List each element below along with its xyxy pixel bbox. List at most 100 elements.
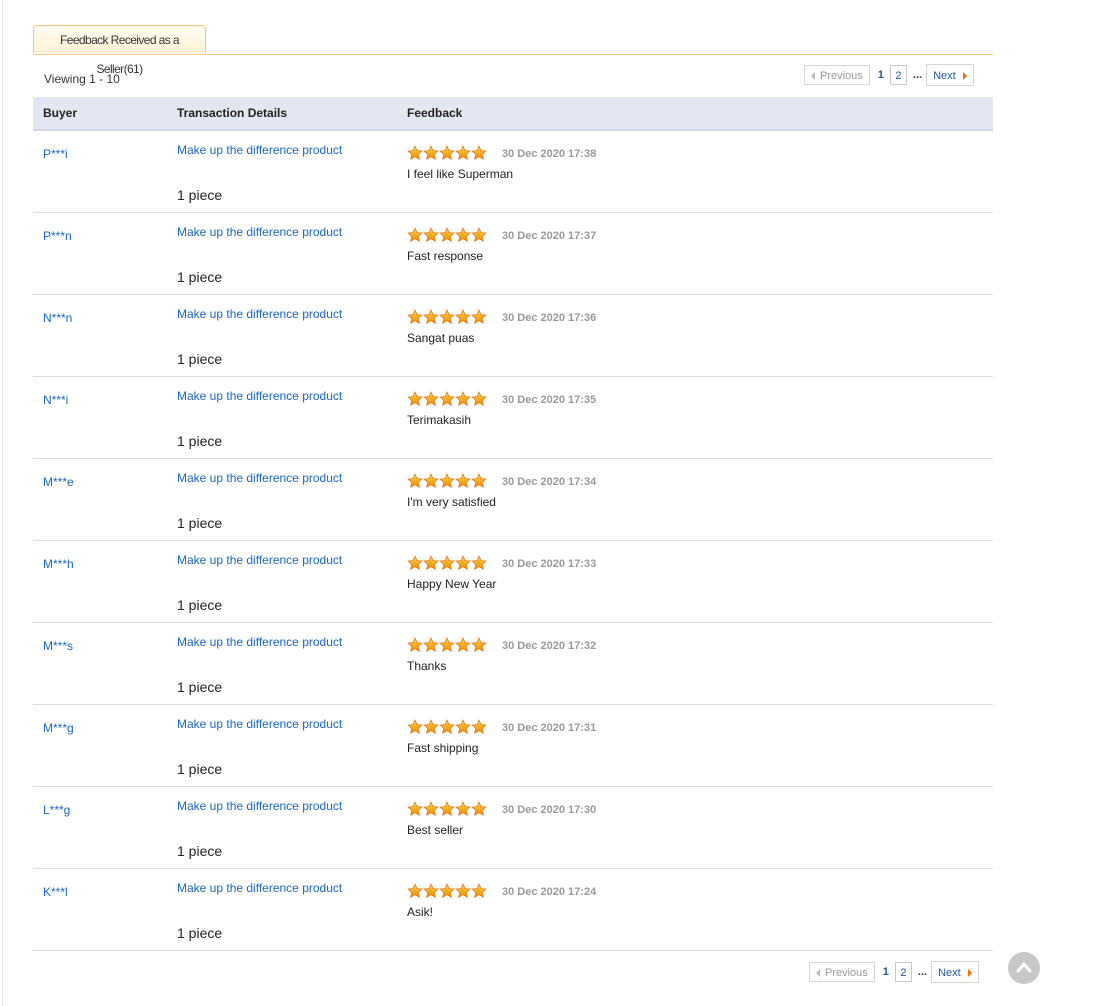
- feedback-date: 30 Dec 2020 17:32: [502, 640, 597, 652]
- product-link[interactable]: Make up the difference product: [177, 717, 342, 731]
- star-icon: [423, 309, 439, 325]
- quantity: 1 piece: [177, 187, 223, 203]
- feedback-list: P***i Make up the difference product 1 pie…: [33, 131, 993, 951]
- star-rating: [407, 309, 487, 325]
- star-icon: [407, 801, 423, 817]
- table-row: M***g Make up the difference product 1 pie…: [33, 705, 993, 787]
- product-link[interactable]: Make up the difference product: [177, 799, 342, 813]
- star-icon: [439, 801, 455, 817]
- page-2-button[interactable]: 2: [889, 65, 907, 85]
- product-link[interactable]: Make up the difference product: [177, 635, 342, 649]
- star-icon: [423, 637, 439, 653]
- product-link[interactable]: Make up the difference product: [177, 389, 342, 403]
- previous-button[interactable]: Previous: [804, 65, 870, 85]
- star-icon: [407, 719, 423, 735]
- feedback-date: 30 Dec 2020 17:37: [502, 230, 597, 242]
- star-icon: [439, 309, 455, 325]
- product-link[interactable]: Make up the difference product: [177, 225, 342, 239]
- quantity: 1 piece: [177, 269, 223, 285]
- table-row: M***s Make up the difference product 1 pie…: [33, 623, 993, 705]
- star-icon: [407, 145, 423, 161]
- feedback-date: 30 Dec 2020 17:31: [502, 722, 597, 734]
- pagination-bottom: Previous 1 2 ... Next: [809, 961, 979, 983]
- star-icon: [455, 637, 471, 653]
- feedback-comment: Fast response: [407, 249, 484, 263]
- star-icon: [471, 309, 487, 325]
- tab-feedback-as-seller[interactable]: Feedback Received as a Seller(61): [33, 25, 206, 76]
- star-icon: [455, 883, 471, 899]
- product-link[interactable]: Make up the difference product: [177, 471, 342, 485]
- star-icon: [455, 145, 471, 161]
- star-rating: [407, 473, 487, 489]
- buyer-link[interactable]: L***g: [43, 803, 70, 817]
- product-link[interactable]: Make up the difference product: [177, 307, 342, 321]
- star-icon: [439, 391, 455, 407]
- star-icon: [455, 309, 471, 325]
- back-to-top-button[interactable]: [1008, 952, 1040, 984]
- buyer-link[interactable]: N***n: [43, 311, 72, 325]
- quantity: 1 piece: [177, 761, 223, 777]
- tab-bar: Feedback Received as a Seller(61): [33, 25, 993, 76]
- star-icon: [423, 555, 439, 571]
- buyer-link[interactable]: M***s: [43, 639, 73, 653]
- star-rating: [407, 391, 487, 407]
- star-icon: [407, 309, 423, 325]
- product-link[interactable]: Make up the difference product: [177, 553, 342, 567]
- feedback-date: 30 Dec 2020 17:24: [502, 886, 597, 898]
- star-icon: [423, 145, 439, 161]
- star-icon: [471, 719, 487, 735]
- star-rating: [407, 801, 487, 817]
- star-icon: [407, 883, 423, 899]
- product-link[interactable]: Make up the difference product: [177, 143, 342, 157]
- feedback-comment: Happy New Year: [407, 577, 497, 591]
- star-icon: [455, 473, 471, 489]
- feedback-date: 30 Dec 2020 17:38: [502, 148, 597, 160]
- buyer-link[interactable]: M***g: [43, 721, 74, 735]
- feedback-date: 30 Dec 2020 17:34: [502, 476, 597, 488]
- star-icon: [455, 227, 471, 243]
- column-transaction-details: Transaction Details: [177, 106, 288, 120]
- feedback-comment: Fast shipping: [407, 741, 479, 755]
- feedback-comment: Sangat puas: [407, 331, 475, 345]
- star-icon: [439, 227, 455, 243]
- star-icon: [455, 555, 471, 571]
- product-link[interactable]: Make up the difference product: [177, 881, 342, 895]
- quantity: 1 piece: [177, 433, 223, 449]
- star-icon: [471, 145, 487, 161]
- star-icon: [407, 391, 423, 407]
- star-icon: [407, 637, 423, 653]
- star-icon: [471, 883, 487, 899]
- column-feedback: Feedback: [407, 106, 463, 120]
- buyer-link[interactable]: K***l: [43, 885, 68, 899]
- previous-button[interactable]: Previous: [809, 962, 875, 982]
- next-button[interactable]: Next: [931, 961, 979, 983]
- feedback-comment: Terimakasih: [407, 413, 472, 427]
- table-row: P***i Make up the difference product 1 pie…: [33, 131, 993, 213]
- star-icon: [471, 227, 487, 243]
- star-icon: [439, 637, 455, 653]
- quantity: 1 piece: [177, 515, 223, 531]
- feedback-comment: Asik!: [407, 905, 434, 919]
- feedback-date: 30 Dec 2020 17:30: [502, 804, 597, 816]
- page-left-border: [2, 0, 3, 1006]
- table-row: L***g Make up the difference product 1 pie…: [33, 787, 993, 869]
- star-icon: [455, 391, 471, 407]
- quantity: 1 piece: [177, 925, 223, 941]
- star-rating: [407, 719, 487, 735]
- next-button[interactable]: Next: [926, 64, 974, 86]
- buyer-link[interactable]: P***n: [43, 229, 72, 243]
- page-2-button[interactable]: 2: [894, 962, 912, 982]
- star-rating: [407, 145, 487, 161]
- triangle-right-icon: [967, 969, 972, 978]
- buyer-link[interactable]: N***i: [43, 393, 68, 407]
- feedback-comment: Best seller: [407, 823, 464, 837]
- star-rating: [407, 637, 487, 653]
- star-icon: [471, 637, 487, 653]
- buyer-link[interactable]: P***i: [43, 147, 68, 161]
- star-icon: [423, 227, 439, 243]
- viewing-range: Viewing 1 - 10: [44, 72, 120, 86]
- star-icon: [439, 883, 455, 899]
- buyer-link[interactable]: M***h: [43, 557, 74, 571]
- buyer-link[interactable]: M***e: [43, 475, 74, 489]
- feedback-comment: I'm very satisfied: [407, 495, 496, 509]
